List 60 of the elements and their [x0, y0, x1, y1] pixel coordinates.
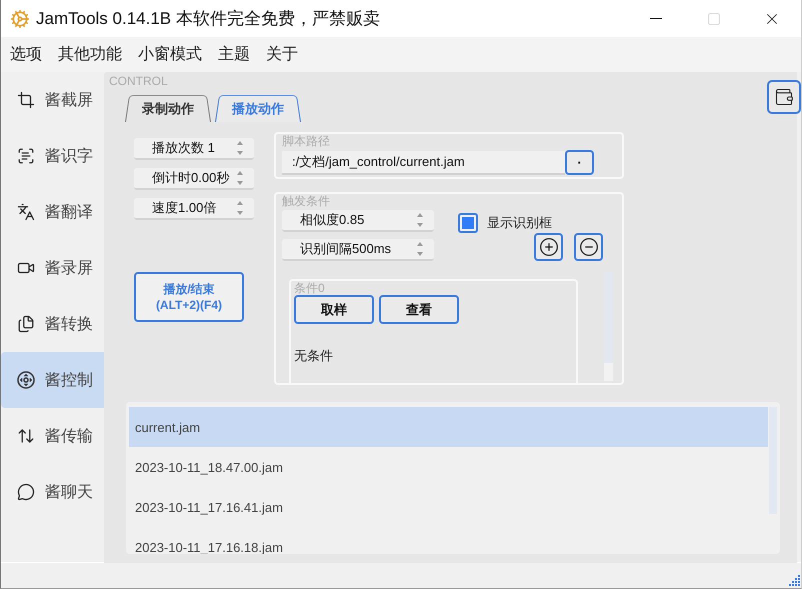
- browse-button[interactable]: ·: [565, 150, 594, 175]
- spin-box[interactable]: 倒计时0.00秒: [134, 168, 254, 190]
- file-item[interactable]: 2023-10-11_18.47.00.jam: [129, 447, 768, 487]
- scrollbar[interactable]: [769, 407, 777, 514]
- file-item[interactable]: current.jam: [129, 407, 768, 447]
- file-item[interactable]: 2023-10-11_17.16.41.jam: [129, 487, 768, 527]
- menu-item[interactable]: 小窗模式: [138, 44, 202, 65]
- sidebar-item[interactable]: 酱控制: [1, 352, 104, 408]
- sidebar-item[interactable]: 酱聊天: [1, 464, 104, 520]
- spin-box[interactable]: 速度1.00倍: [134, 198, 254, 220]
- chat-bubble-icon: [17, 483, 35, 501]
- spin-arrows-icon[interactable]: [236, 200, 244, 216]
- tab[interactable]: 播放动作: [215, 92, 301, 122]
- sidebar-item[interactable]: 酱传输: [1, 408, 104, 464]
- up-down-arrows-icon: [17, 427, 35, 445]
- sidebar-item[interactable]: 酱截屏: [1, 72, 104, 128]
- plus-circle-icon: [538, 237, 558, 257]
- scan-text-icon: [17, 147, 35, 165]
- dpad-icon: [17, 371, 35, 389]
- play-stop-button[interactable]: 播放/结束 (ALT+2)(F4): [134, 272, 244, 322]
- files-icon: [17, 315, 35, 333]
- checkbox[interactable]: [458, 213, 478, 233]
- resize-grip-icon[interactable]: [786, 573, 800, 587]
- app-logo-icon: [10, 8, 30, 28]
- spin-arrows-icon[interactable]: [236, 140, 244, 156]
- tab[interactable]: 录制动作: [125, 92, 211, 122]
- spin-box[interactable]: 播放次数 1: [134, 138, 254, 160]
- spin-box[interactable]: 相似度0.85: [282, 210, 434, 232]
- translate-icon: [17, 203, 35, 221]
- minus-circle-icon: [578, 237, 598, 257]
- menu-item[interactable]: 选项: [10, 44, 42, 65]
- window-title: JamTools 0.14.1B 本软件完全免费，严禁贩卖: [36, 8, 381, 30]
- path-field[interactable]: :/文档/jam_control/current.jam: [282, 150, 565, 174]
- sidebar-item[interactable]: 酱录屏: [1, 240, 104, 296]
- group-title: 触发条件: [282, 194, 331, 208]
- spin-arrows-icon[interactable]: [416, 241, 424, 257]
- crop-icon: [17, 91, 35, 109]
- sidebar-item[interactable]: 酱翻译: [1, 184, 104, 240]
- condition-button[interactable]: 查看: [379, 295, 459, 324]
- maximize-icon: [707, 12, 721, 26]
- menu-item[interactable]: 其他功能: [58, 44, 122, 65]
- spin-arrows-icon[interactable]: [416, 212, 424, 228]
- panel-caption: CONTROL: [109, 74, 169, 88]
- checkbox-label: 显示识别框: [487, 214, 552, 232]
- group-title: 条件0: [294, 281, 326, 295]
- spin-arrows-icon[interactable]: [236, 170, 244, 186]
- menu-item[interactable]: 主题: [218, 44, 250, 65]
- file-item[interactable]: 2023-10-11_17.16.18.jam: [129, 527, 768, 554]
- menu-item[interactable]: 关于: [266, 44, 298, 65]
- sidebar-item[interactable]: 酱转换: [1, 296, 104, 352]
- condition-text: 无条件: [294, 347, 334, 365]
- spin-box[interactable]: 识别间隔500ms: [282, 239, 434, 261]
- minimize-icon: [650, 18, 662, 19]
- group-title: 脚本路径: [282, 134, 331, 148]
- remove-button[interactable]: [574, 233, 603, 261]
- wallet-button[interactable]: [767, 80, 801, 114]
- condition-button[interactable]: 取样: [294, 295, 374, 324]
- add-button[interactable]: [534, 233, 563, 261]
- sidebar-item[interactable]: 酱识字: [1, 128, 104, 184]
- wallet-icon: [774, 87, 794, 107]
